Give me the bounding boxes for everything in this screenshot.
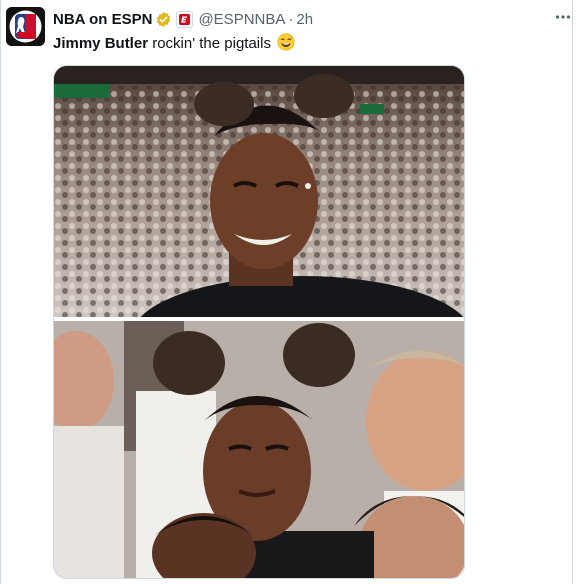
timeline-left-border [0,0,1,584]
verified-badge-icon[interactable] [155,11,172,28]
separator-dot: · [288,10,294,28]
tweet-header: NBA on ESPN @ESPNNBA · 2h [53,9,313,29]
tweet-card[interactable]: NBA on ESPN @ESPNNBA · 2h Jimmy Butler r… [0,0,576,584]
photo-1[interactable] [54,66,464,317]
avatar[interactable] [6,7,45,46]
photo-2[interactable] [54,321,464,578]
tweet-text-body: rockin' the pigtails [148,35,271,52]
tweet-text-mention: Jimmy Butler [53,35,149,52]
handle[interactable]: @ESPNNBA [198,11,285,28]
media-grid[interactable] [53,65,465,579]
sweat-smile-emoji-icon [275,33,295,52]
espn-affiliate-badge-icon[interactable] [176,10,194,28]
post-time[interactable]: 2h [296,11,313,28]
timeline-right-border [572,0,573,584]
more-options-icon[interactable] [554,8,572,26]
tweet-text: Jimmy Butler rockin' the pigtails [53,33,295,54]
display-name[interactable]: NBA on ESPN [53,11,152,28]
